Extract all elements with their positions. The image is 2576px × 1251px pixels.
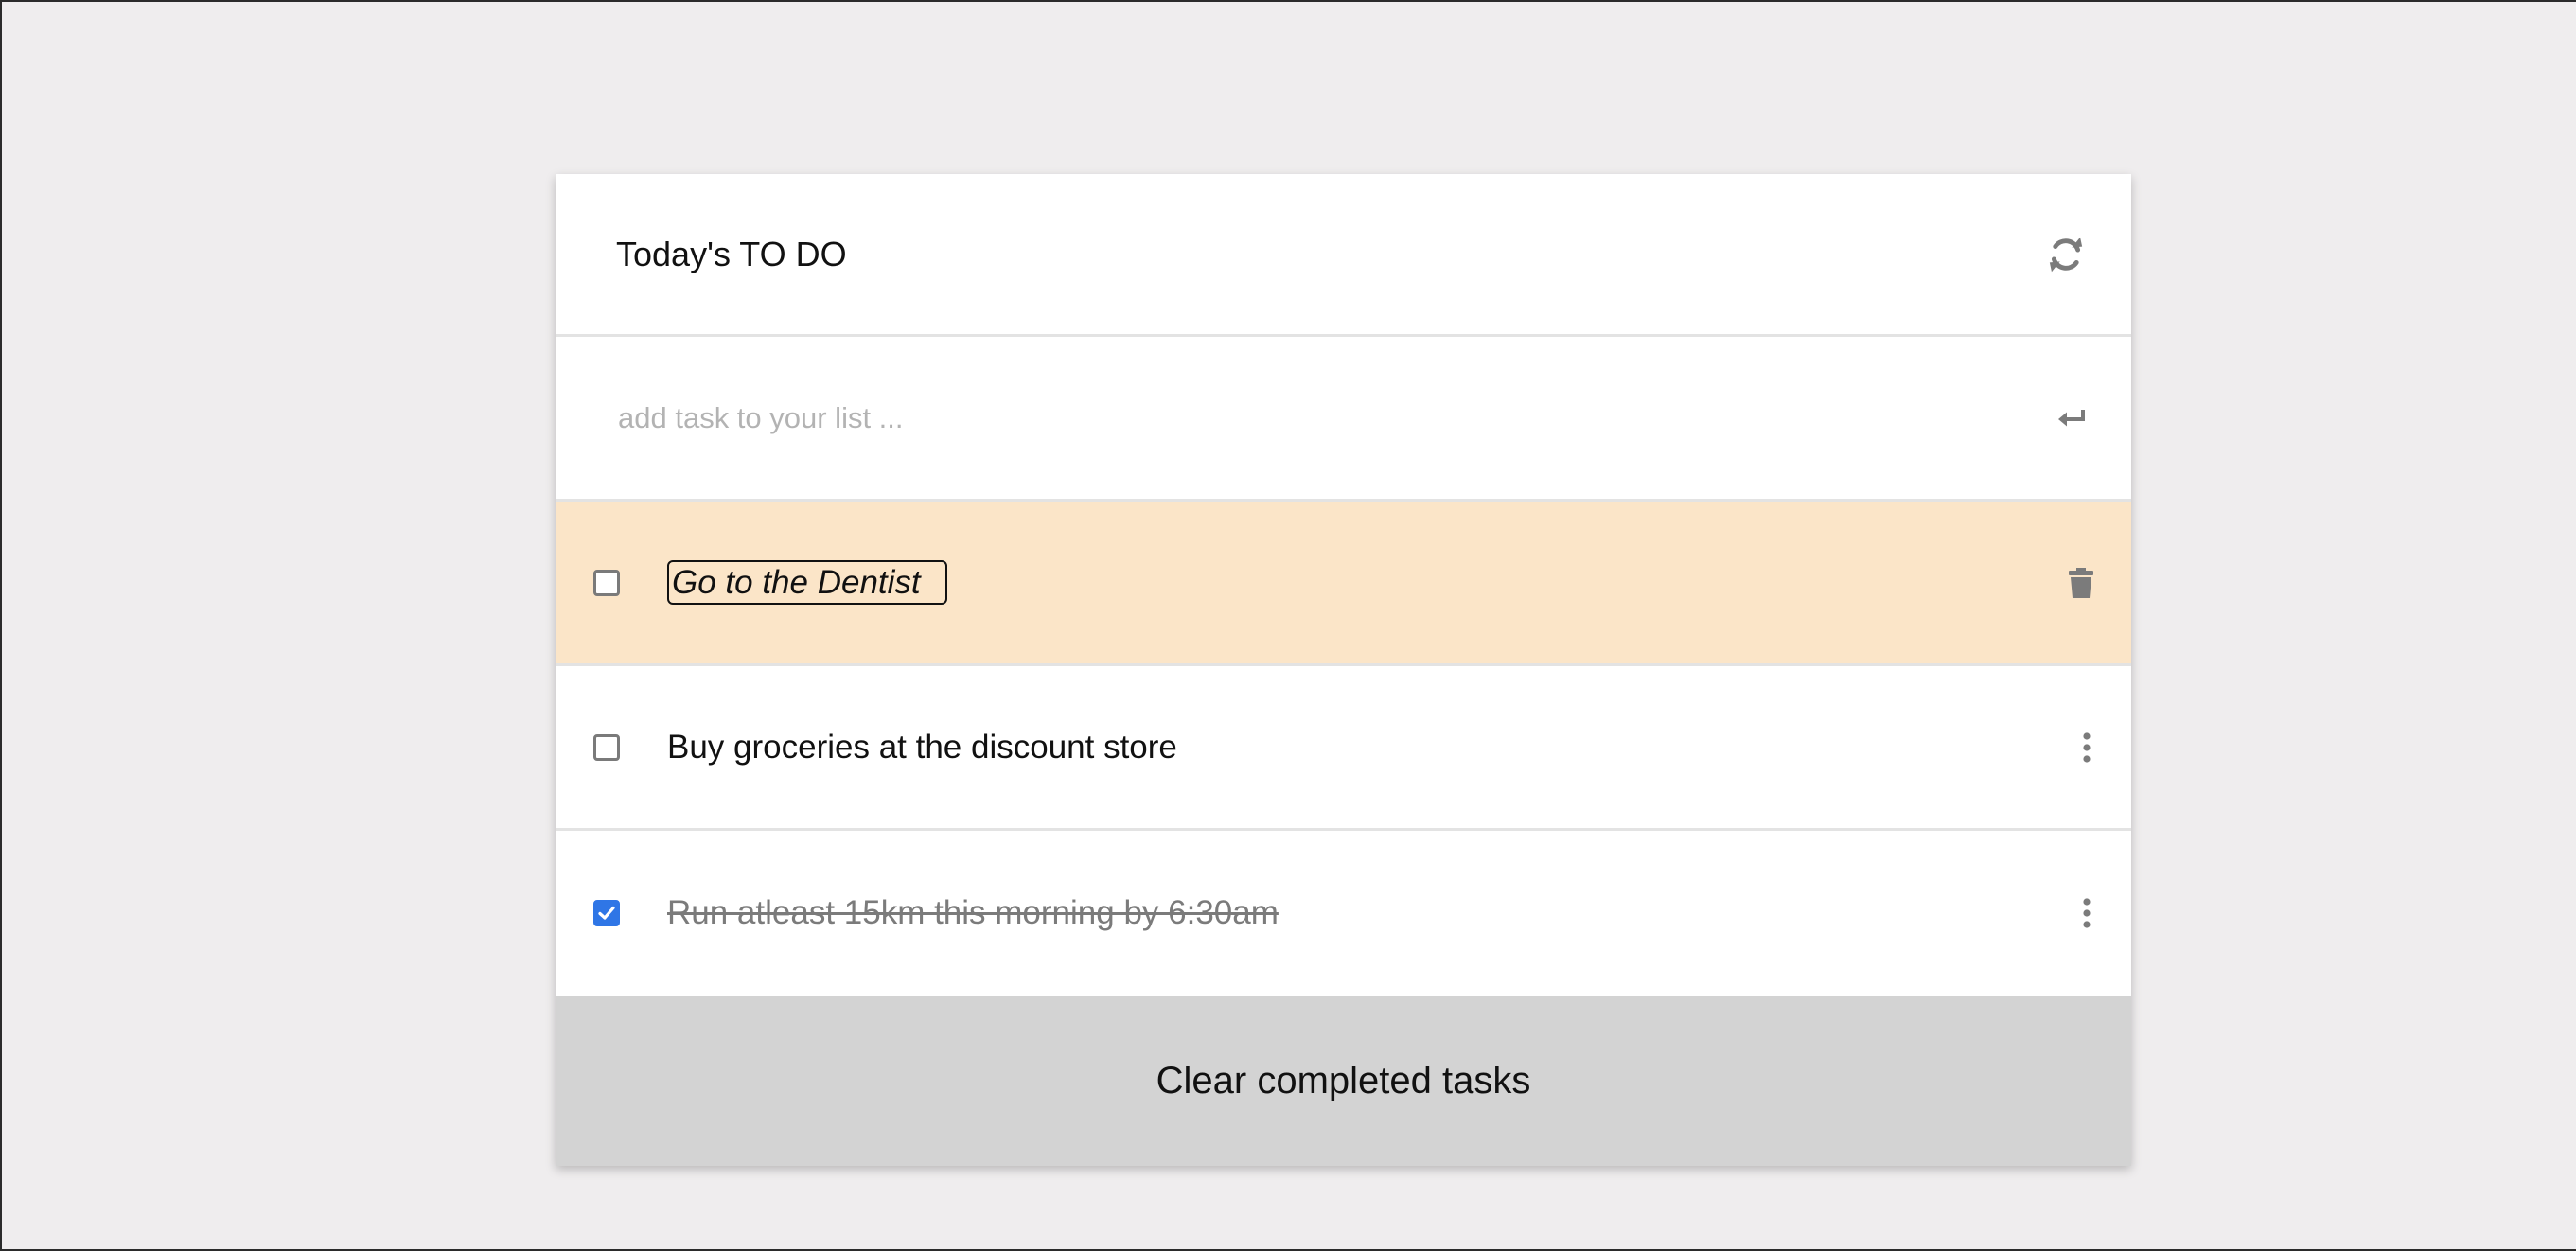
- task-row-3[interactable]: Run atleast 15km this morning by 6:30am: [556, 831, 2131, 996]
- todo-card: Today's TO DO Go to the Dentist: [556, 174, 2131, 1166]
- enter-return-icon[interactable]: [2057, 408, 2086, 429]
- page-title: Today's TO DO: [616, 234, 847, 273]
- task-checkbox-checked[interactable]: [593, 900, 620, 926]
- add-task-row: [556, 337, 2131, 502]
- todo-header: Today's TO DO: [556, 174, 2131, 337]
- clear-completed-button[interactable]: Clear completed tasks: [556, 996, 2131, 1166]
- add-task-input[interactable]: [616, 388, 2057, 448]
- trash-icon[interactable]: [2069, 567, 2093, 598]
- more-vertical-icon[interactable]: [2080, 897, 2093, 929]
- task-label[interactable]: Go to the Dentist: [667, 559, 947, 605]
- page: { "header": { "title": "Today's TO DO", …: [0, 0, 2576, 1251]
- task-label: Buy groceries at the discount store: [667, 728, 1177, 766]
- task-text-editor[interactable]: Go to the Dentist: [667, 559, 2069, 605]
- task-row-1[interactable]: Go to the Dentist: [556, 502, 2131, 666]
- task-checkbox[interactable]: [593, 569, 620, 596]
- task-checkbox[interactable]: [593, 733, 620, 761]
- checkmark-icon: [598, 906, 615, 920]
- task-row-2[interactable]: Buy groceries at the discount store: [556, 666, 2131, 831]
- more-vertical-icon[interactable]: [2080, 731, 2093, 764]
- refresh-icon[interactable]: [2046, 235, 2086, 274]
- task-label: Run atleast 15km this morning by 6:30am: [667, 894, 1279, 931]
